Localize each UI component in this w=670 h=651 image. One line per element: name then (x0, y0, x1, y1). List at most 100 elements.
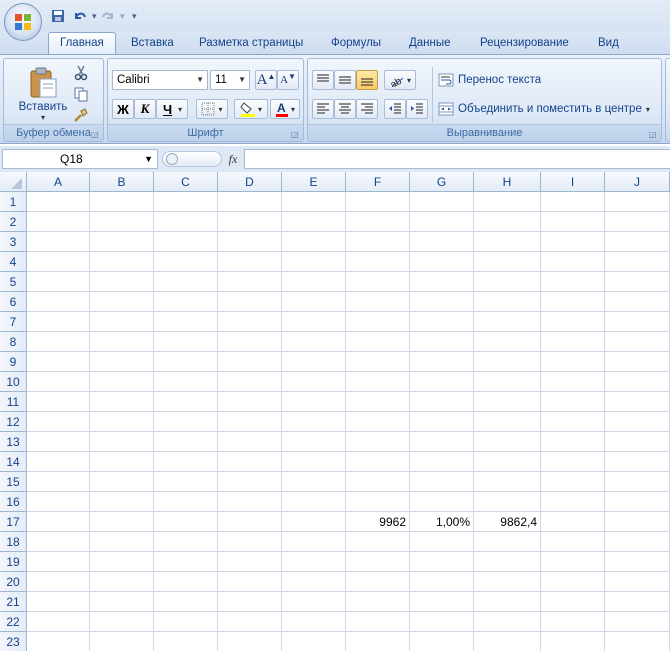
cell-f20[interactable] (346, 572, 410, 592)
column-header-c[interactable]: C (154, 172, 218, 192)
cell-e9[interactable] (282, 352, 346, 372)
cell-d2[interactable] (218, 212, 282, 232)
cell-d11[interactable] (218, 392, 282, 412)
cell-h14[interactable] (474, 452, 541, 472)
cell-b20[interactable] (90, 572, 154, 592)
cell-b2[interactable] (90, 212, 154, 232)
cell-c23[interactable] (154, 632, 218, 651)
column-header-e[interactable]: E (282, 172, 346, 192)
cell-i9[interactable] (541, 352, 605, 372)
row-header-21[interactable]: 21 (0, 592, 27, 612)
cell-h23[interactable] (474, 632, 541, 651)
cell-a10[interactable] (27, 372, 90, 392)
cell-i19[interactable] (541, 552, 605, 572)
cell-c8[interactable] (154, 332, 218, 352)
cell-i13[interactable] (541, 432, 605, 452)
cell-f4[interactable] (346, 252, 410, 272)
cell-g22[interactable] (410, 612, 474, 632)
cell-g1[interactable] (410, 192, 474, 212)
cell-f21[interactable] (346, 592, 410, 612)
cell-i5[interactable] (541, 272, 605, 292)
cell-a2[interactable] (27, 212, 90, 232)
cell-j14[interactable] (605, 452, 670, 472)
cell-f19[interactable] (346, 552, 410, 572)
cell-a9[interactable] (27, 352, 90, 372)
tab-insert[interactable]: Вставка (131, 33, 174, 54)
clipboard-launcher-icon[interactable]: ◲ (91, 130, 100, 139)
align-bottom-button[interactable] (356, 70, 378, 90)
cell-g18[interactable] (410, 532, 474, 552)
cell-e8[interactable] (282, 332, 346, 352)
cell-i23[interactable] (541, 632, 605, 651)
save-icon[interactable] (48, 6, 68, 26)
cell-f3[interactable] (346, 232, 410, 252)
row-header-15[interactable]: 15 (0, 472, 27, 492)
cell-a16[interactable] (27, 492, 90, 512)
cell-c19[interactable] (154, 552, 218, 572)
cell-g14[interactable] (410, 452, 474, 472)
cell-c7[interactable] (154, 312, 218, 332)
cell-e5[interactable] (282, 272, 346, 292)
cell-e23[interactable] (282, 632, 346, 651)
increase-indent-button[interactable] (406, 99, 428, 119)
tab-review[interactable]: Рецензирование (480, 33, 569, 54)
cell-b18[interactable] (90, 532, 154, 552)
redo-icon[interactable] (98, 6, 118, 26)
borders-button[interactable]: ▾ (196, 99, 228, 119)
cell-b19[interactable] (90, 552, 154, 572)
align-right-button[interactable] (356, 99, 378, 119)
row-header-17[interactable]: 17 (0, 512, 27, 532)
cell-a8[interactable] (27, 332, 90, 352)
cell-f14[interactable] (346, 452, 410, 472)
row-header-7[interactable]: 7 (0, 312, 27, 332)
cell-d4[interactable] (218, 252, 282, 272)
cell-i7[interactable] (541, 312, 605, 332)
cell-a13[interactable] (27, 432, 90, 452)
cell-c16[interactable] (154, 492, 218, 512)
cell-d7[interactable] (218, 312, 282, 332)
cell-e14[interactable] (282, 452, 346, 472)
row-header-23[interactable]: 23 (0, 632, 27, 651)
cell-d9[interactable] (218, 352, 282, 372)
cell-f11[interactable] (346, 392, 410, 412)
column-header-i[interactable]: I (541, 172, 605, 192)
cell-d13[interactable] (218, 432, 282, 452)
cell-f16[interactable] (346, 492, 410, 512)
cell-j20[interactable] (605, 572, 670, 592)
column-header-g[interactable]: G (410, 172, 474, 192)
cell-j12[interactable] (605, 412, 670, 432)
cell-h19[interactable] (474, 552, 541, 572)
cell-a12[interactable] (27, 412, 90, 432)
cell-g10[interactable] (410, 372, 474, 392)
cell-e17[interactable] (282, 512, 346, 532)
cell-i12[interactable] (541, 412, 605, 432)
row-header-18[interactable]: 18 (0, 532, 27, 552)
cell-j10[interactable] (605, 372, 670, 392)
cell-g19[interactable] (410, 552, 474, 572)
cell-f5[interactable] (346, 272, 410, 292)
row-header-10[interactable]: 10 (0, 372, 27, 392)
cell-g15[interactable] (410, 472, 474, 492)
cell-a3[interactable] (27, 232, 90, 252)
cell-h1[interactable] (474, 192, 541, 212)
cell-h11[interactable] (474, 392, 541, 412)
cell-a19[interactable] (27, 552, 90, 572)
cell-e19[interactable] (282, 552, 346, 572)
cell-b16[interactable] (90, 492, 154, 512)
cell-e18[interactable] (282, 532, 346, 552)
cell-h21[interactable] (474, 592, 541, 612)
cell-j3[interactable] (605, 232, 670, 252)
cell-c10[interactable] (154, 372, 218, 392)
row-header-11[interactable]: 11 (0, 392, 27, 412)
cell-a23[interactable] (27, 632, 90, 651)
cell-g7[interactable] (410, 312, 474, 332)
cell-b1[interactable] (90, 192, 154, 212)
column-header-a[interactable]: A (27, 172, 90, 192)
grow-font-button[interactable]: A ▲ (255, 70, 277, 90)
cell-d12[interactable] (218, 412, 282, 432)
cell-d20[interactable] (218, 572, 282, 592)
cell-e2[interactable] (282, 212, 346, 232)
cell-c15[interactable] (154, 472, 218, 492)
cell-g3[interactable] (410, 232, 474, 252)
cell-e1[interactable] (282, 192, 346, 212)
